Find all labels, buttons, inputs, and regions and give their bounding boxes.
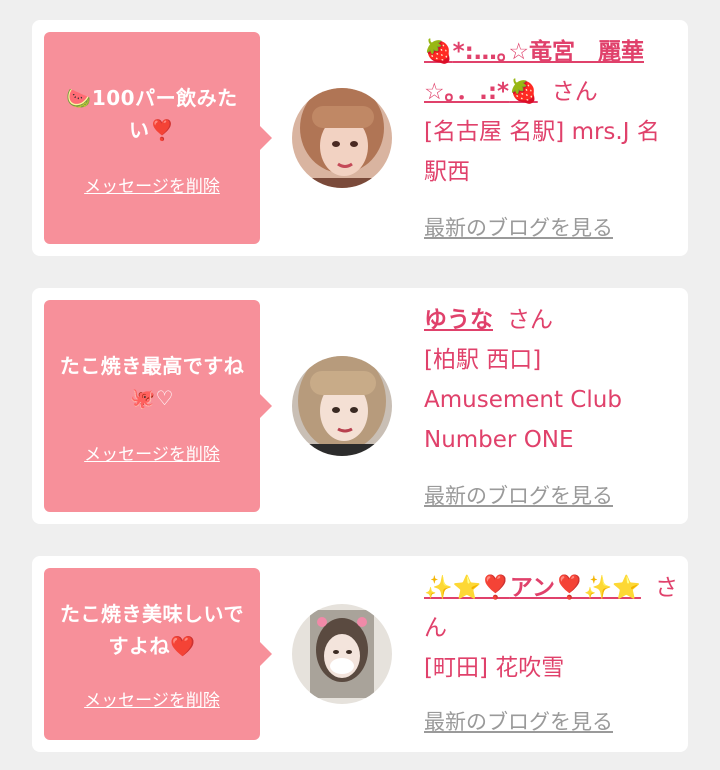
message-text: たこ焼き美味しいですよね❤️	[60, 602, 244, 658]
name-line: ゆうな さん	[424, 300, 680, 340]
message-bubble: 🍉100パー飲みたい❣️ メッセージを削除	[44, 32, 272, 244]
honorific: さん	[551, 79, 598, 105]
name-line: 🍓*:…｡☆竜宮 麗華☆｡．.:*🍓 さん	[424, 32, 680, 112]
girl-name-link[interactable]: 🍓*:…｡☆竜宮 麗華☆｡．.:*🍓	[424, 39, 644, 105]
avatar[interactable]	[292, 604, 392, 704]
message-card: たこ焼き美味しいですよね❤️ メッセージを削除 ✨⭐❣️アン❣️✨⭐ さん [町田…	[32, 556, 688, 752]
latest-blog-link[interactable]: 最新のブログを見る	[424, 706, 613, 736]
shop-info: [町田] 花吹雪	[424, 655, 565, 681]
sparkle-star-heart-icons: ✨⭐❣️	[424, 575, 510, 601]
avatar-photo	[292, 88, 392, 188]
avatar-photo	[292, 356, 392, 456]
heart-sparkle-star-icons: ❣️✨⭐	[555, 575, 641, 601]
avatar[interactable]	[292, 356, 392, 456]
message-bubble: たこ焼き最高ですね🐙♡ メッセージを削除	[44, 300, 272, 512]
name-line: ✨⭐❣️アン❣️✨⭐ さん	[424, 568, 680, 648]
girl-name-link[interactable]: ゆうな	[424, 307, 493, 333]
strawberry-icon: 🍓	[509, 79, 538, 105]
honorific: さん	[507, 307, 553, 333]
delete-message-link[interactable]: メッセージを削除	[44, 686, 260, 711]
message-text: 🍉100パー飲みたい❣️	[66, 86, 238, 142]
shop-info: [柏駅 西口] Amusement Club Number ONE	[424, 347, 622, 453]
latest-blog-link[interactable]: 最新のブログを見る	[424, 480, 613, 510]
message-text: たこ焼き最高ですね🐙♡	[59, 354, 245, 410]
avatar-photo	[292, 604, 392, 704]
message-bubble: たこ焼き美味しいですよね❤️ メッセージを削除	[44, 568, 272, 740]
latest-blog-link[interactable]: 最新のブログを見る	[424, 212, 613, 242]
girl-info: ゆうな さん [柏駅 西口] Amusement Club Number ONE	[424, 300, 680, 460]
girl-info: 🍓*:…｡☆竜宮 麗華☆｡．.:*🍓 さん [名古屋 名駅] mrs.J 名駅西	[424, 32, 680, 192]
strawberry-icon: 🍓	[424, 39, 453, 65]
girl-info: ✨⭐❣️アン❣️✨⭐ さん [町田] 花吹雪	[424, 568, 680, 688]
girl-name: ゆうな	[424, 307, 493, 333]
avatar[interactable]	[292, 88, 392, 188]
shop-info: [名古屋 名駅] mrs.J 名駅西	[424, 119, 660, 185]
girl-name: アン	[509, 575, 556, 601]
girl-name-link[interactable]: ✨⭐❣️アン❣️✨⭐	[424, 575, 641, 601]
message-card: 🍉100パー飲みたい❣️ メッセージを削除 🍓*:…｡☆竜宮 麗華☆｡．.:*🍓…	[32, 20, 688, 256]
delete-message-link[interactable]: メッセージを削除	[44, 172, 260, 197]
delete-message-link[interactable]: メッセージを削除	[44, 440, 260, 465]
message-card: たこ焼き最高ですね🐙♡ メッセージを削除 ゆうな さん [柏駅 西口] Amuse…	[32, 288, 688, 524]
